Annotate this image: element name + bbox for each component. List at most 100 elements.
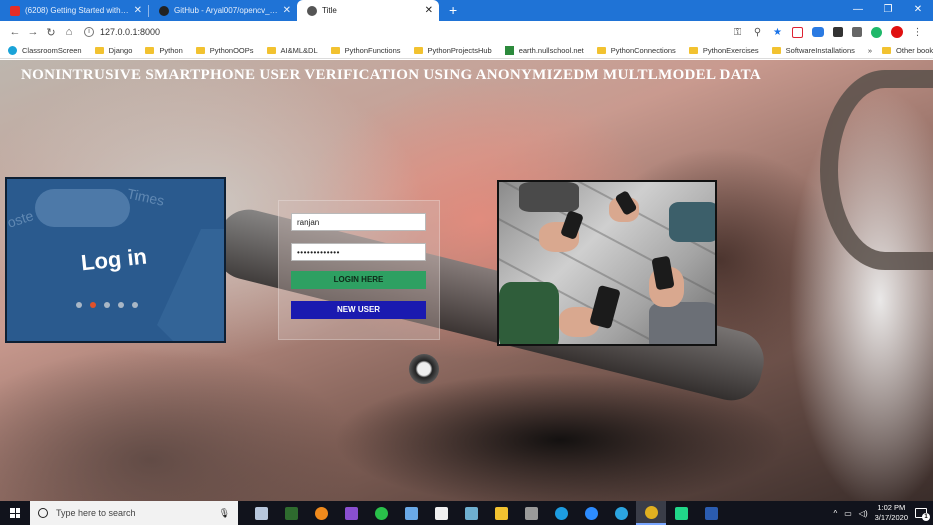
volume-icon[interactable]: ◁) <box>859 509 868 518</box>
folder-icon <box>413 47 423 54</box>
illustration-bg-text: Times <box>125 185 166 209</box>
new-user-button[interactable]: NEW USER <box>291 301 426 319</box>
zoom-extension-icon[interactable] <box>812 27 824 37</box>
bookmarks-bar: ClassroomScreen Django Python PythonOOPs… <box>0 43 933 59</box>
bookmark-pythonprojectshub[interactable]: PythonProjectsHub <box>413 46 492 55</box>
profile-avatar-icon[interactable] <box>891 26 903 38</box>
bookmark-pythonconnections[interactable]: PythonConnections <box>596 46 676 55</box>
login-button[interactable]: LOGIN HERE <box>291 271 426 289</box>
windows-logo-icon <box>10 508 20 518</box>
word-icon[interactable] <box>696 501 726 525</box>
bookmark-pythonoops[interactable]: PythonOOPs <box>195 46 254 55</box>
zoom-icon[interactable] <box>576 501 606 525</box>
bookmark-pythonfunctions[interactable]: PythonFunctions <box>330 46 401 55</box>
illustration-shape <box>157 229 224 341</box>
login-form: LOGIN HERE NEW USER <box>278 200 440 340</box>
bookmark-label: Other bookmarks <box>896 46 933 55</box>
tab-title: GitHub - Aryal007/opencv_face_ <box>174 6 279 15</box>
minimize-button[interactable]: — <box>843 0 873 21</box>
info-icon[interactable]: i <box>84 27 94 37</box>
bookmark-softwareinstallations[interactable]: SoftwareInstallations <box>771 46 855 55</box>
zoom-icon[interactable]: ⚲ <box>752 27 763 38</box>
grammarly-extension-icon[interactable] <box>871 26 882 38</box>
forward-button[interactable]: → <box>24 26 42 38</box>
username-input[interactable] <box>291 213 426 231</box>
url-text: 127.0.0.1:8000 <box>100 27 161 37</box>
telegram-icon[interactable] <box>606 501 636 525</box>
file-icon[interactable] <box>426 501 456 525</box>
folder-icon <box>266 47 276 54</box>
bookmark-ai-ml-dl[interactable]: AI&ML&DL <box>266 46 318 55</box>
notification-count: 1 <box>922 513 930 521</box>
menu-icon[interactable]: ⋮ <box>912 27 923 38</box>
taskbar-search-box[interactable]: Type here to search 🎙 <box>30 501 238 525</box>
close-icon[interactable]: ✕ <box>425 5 433 16</box>
back-button[interactable]: ← <box>6 26 24 38</box>
background-cup-decoration <box>820 70 933 270</box>
pycharm-icon[interactable] <box>666 501 696 525</box>
window-controls: — ❐ ✕ <box>843 0 933 21</box>
taskbar-apps <box>246 501 726 525</box>
bookmark-label: PythonConnections <box>610 46 676 55</box>
dark-extension-icon[interactable] <box>833 27 843 37</box>
database-icon[interactable] <box>516 501 546 525</box>
tab-youtube[interactable]: (6208) Getting Started with Face ✕ <box>0 0 148 21</box>
close-window-button[interactable]: ✕ <box>903 0 933 21</box>
paint-app-icon[interactable] <box>246 501 276 525</box>
bookmark-django[interactable]: Django <box>94 46 133 55</box>
bookmark-label: ClassroomScreen <box>22 46 82 55</box>
fps-app-icon[interactable] <box>276 501 306 525</box>
address-bar[interactable]: i 127.0.0.1:8000 <box>84 23 732 41</box>
smartphone-users-photo <box>497 180 717 346</box>
reload-button[interactable]: ↻ <box>42 26 60 39</box>
network-icon[interactable]: ▭ <box>844 509 852 518</box>
notification-icon[interactable]: 1 <box>915 508 930 521</box>
bookmark-earth-nullschool[interactable]: earth.nullschool.net <box>504 46 584 55</box>
tab-title: Title <box>322 6 337 15</box>
windows-taskbar: Type here to search 🎙 ^ ▭ ◁) 1:02 PM 3/1… <box>0 501 933 525</box>
chrome-icon[interactable] <box>636 501 666 525</box>
bookmark-python[interactable]: Python <box>145 46 183 55</box>
other-bookmarks[interactable]: Other bookmarks <box>882 46 933 55</box>
carousel-dot <box>104 302 110 308</box>
pocket-extension-icon[interactable] <box>792 26 803 38</box>
network-app-icon[interactable] <box>456 501 486 525</box>
bookmark-pythonexercises[interactable]: PythonExercises <box>688 46 759 55</box>
bookmarks-overflow-button[interactable]: » <box>868 46 872 55</box>
orange-app-icon[interactable] <box>306 501 336 525</box>
mail-icon[interactable] <box>396 501 426 525</box>
password-input[interactable] <box>291 243 426 261</box>
bookmark-classroomscreen[interactable]: ClassroomScreen <box>8 46 82 55</box>
whatsapp-icon[interactable] <box>366 501 396 525</box>
tab-title-active[interactable]: Title ✕ <box>297 0 439 21</box>
star-icon[interactable]: ★ <box>772 27 783 38</box>
visual-studio-icon[interactable] <box>336 501 366 525</box>
bookmark-label: PythonOOPs <box>209 46 254 55</box>
new-tab-button[interactable]: + <box>439 0 467 21</box>
bookmark-label: Django <box>108 46 133 55</box>
classroomscreen-icon <box>8 46 17 55</box>
start-button[interactable] <box>0 501 30 525</box>
key-icon[interactable]: ⚿ <box>732 27 743 38</box>
home-button[interactable]: ⌂ <box>60 26 78 38</box>
folder-icon <box>145 47 155 54</box>
carousel-dot <box>76 302 82 308</box>
bookmark-label: earth.nullschool.net <box>518 46 584 55</box>
tab-github[interactable]: GitHub - Aryal007/opencv_face_ ✕ <box>149 0 297 21</box>
github-icon <box>159 5 169 16</box>
close-icon[interactable]: ✕ <box>283 5 291 16</box>
cortana-icon <box>38 508 48 518</box>
background-camera-lens-decoration <box>409 354 439 384</box>
microphone-icon[interactable]: 🎙 <box>219 508 230 519</box>
skype-icon[interactable] <box>546 501 576 525</box>
tray-overflow-icon[interactable]: ^ <box>833 509 837 518</box>
close-icon[interactable]: ✕ <box>134 5 142 16</box>
folder-icon <box>882 47 892 54</box>
clock[interactable]: 1:02 PM 3/17/2020 <box>875 503 908 523</box>
globe-icon <box>307 5 317 16</box>
file-explorer-icon[interactable] <box>486 501 516 525</box>
gray-extension-icon[interactable] <box>852 27 862 37</box>
search-placeholder: Type here to search <box>56 508 136 518</box>
page-title: NONINTRUSIVE SMARTPHONE USER VERIFICATIO… <box>21 67 761 83</box>
maximize-button[interactable]: ❐ <box>873 0 903 21</box>
